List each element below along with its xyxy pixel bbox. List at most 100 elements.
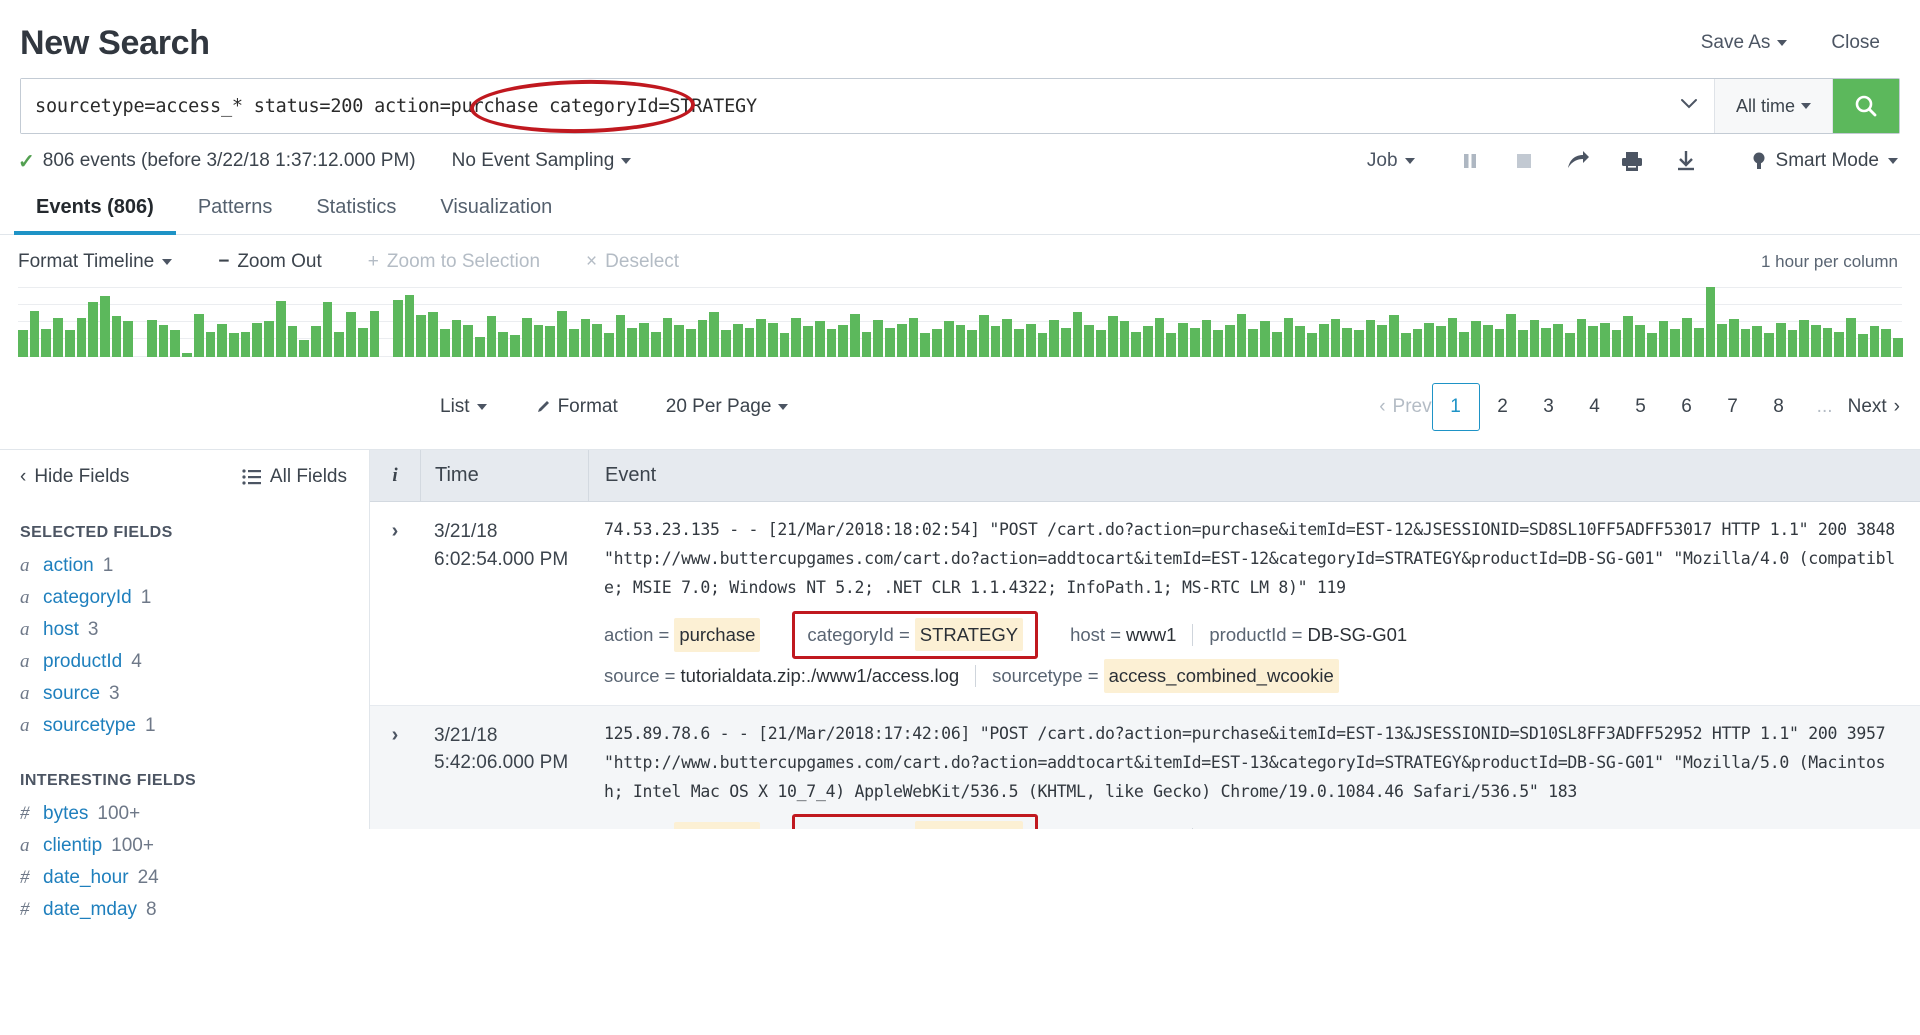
column-time[interactable]: Time	[420, 450, 588, 501]
tab-statistics[interactable]: Statistics	[294, 186, 418, 235]
timeline-bar[interactable]	[838, 325, 848, 357]
timeline-bar[interactable]	[1706, 287, 1716, 357]
event-timeline-chart[interactable]	[18, 287, 1902, 357]
timeline-bar[interactable]	[1694, 328, 1704, 357]
timeline-bar[interactable]	[733, 324, 743, 357]
timeline-bar[interactable]	[358, 328, 368, 357]
timeline-bar[interactable]	[616, 315, 626, 357]
timeline-bar[interactable]	[405, 295, 415, 357]
hide-fields-button[interactable]: ‹ Hide Fields	[20, 466, 129, 488]
timeline-bar[interactable]	[1190, 328, 1200, 357]
timeline-bar[interactable]	[663, 318, 673, 357]
timeline-bar[interactable]	[65, 330, 75, 357]
timeline-bar[interactable]	[627, 328, 637, 357]
timeline-bar[interactable]	[827, 329, 837, 357]
event-field-action[interactable]: action =purchase	[604, 822, 760, 829]
timeline-bar[interactable]	[88, 302, 98, 357]
timeline-bar[interactable]	[1811, 325, 1821, 357]
timeline-bar[interactable]	[1635, 325, 1645, 357]
timeline-bar[interactable]	[53, 318, 63, 357]
timeline-bar[interactable]	[1495, 329, 1505, 357]
selected-field-categoryId[interactable]: acategoryId1	[0, 582, 369, 614]
tab-visualization[interactable]: Visualization	[418, 186, 574, 235]
column-event[interactable]: Event	[588, 450, 1920, 501]
timeline-bar[interactable]	[557, 311, 567, 357]
search-input[interactable]: sourcetype=access_* status=200 action=pu…	[21, 79, 1715, 133]
view-mode-dropdown[interactable]: List	[440, 396, 487, 418]
timeline-bar[interactable]	[1612, 330, 1622, 357]
timeline-bar[interactable]	[1389, 315, 1399, 357]
timeline-bar[interactable]	[1553, 324, 1563, 357]
close-button[interactable]: Close	[1831, 32, 1880, 54]
event-field-source[interactable]: source =tutorialdata.zip:./www1/access.l…	[604, 661, 959, 691]
interesting-field-date_mday[interactable]: #date_mday8	[0, 894, 369, 926]
timeline-bar[interactable]	[41, 329, 51, 357]
pagination-page-8[interactable]: 8	[1756, 383, 1802, 431]
timeline-bar[interactable]	[452, 320, 462, 357]
timeline-bar[interactable]	[18, 330, 28, 357]
timeline-bar[interactable]	[217, 324, 227, 357]
timeline-bar[interactable]	[745, 328, 755, 357]
timeline-bar[interactable]	[1073, 312, 1083, 357]
timeline-bar[interactable]	[1682, 318, 1692, 357]
timeline-bar[interactable]	[463, 325, 473, 357]
timeline-bar[interactable]	[1471, 321, 1481, 357]
timeline-bar[interactable]	[323, 302, 333, 357]
event-field-action[interactable]: action =purchase	[604, 618, 760, 652]
per-page-dropdown[interactable]: 20 Per Page	[666, 396, 789, 418]
pagination-page-1[interactable]: 1	[1432, 383, 1480, 431]
timeline-bar[interactable]	[1858, 334, 1868, 357]
timeline-bar[interactable]	[581, 319, 591, 357]
stop-icon[interactable]	[1497, 151, 1551, 171]
timeline-bar[interactable]	[1459, 332, 1469, 357]
timeline-bar[interactable]	[1319, 324, 1329, 357]
timeline-bar[interactable]	[791, 318, 801, 357]
timeline-bar[interactable]	[1284, 318, 1294, 357]
timeline-bar[interactable]	[686, 329, 696, 357]
timeline-bar[interactable]	[1108, 316, 1118, 357]
timeline-bar[interactable]	[1717, 324, 1727, 357]
timeline-bar[interactable]	[393, 300, 403, 357]
event-field-categoryId[interactable]: categoryId =STRATEGY	[792, 814, 1038, 829]
timeline-bar[interactable]	[1436, 326, 1446, 357]
save-as-button[interactable]: Save As	[1701, 32, 1788, 54]
timeline-bar[interactable]	[1506, 314, 1516, 357]
timeline-bar[interactable]	[909, 318, 919, 357]
timeline-bar[interactable]	[944, 321, 954, 357]
timeline-bar[interactable]	[334, 332, 344, 357]
timeline-bar[interactable]	[510, 335, 520, 357]
timeline-bar[interactable]	[897, 324, 907, 357]
timeline-bar[interactable]	[30, 311, 40, 357]
selected-field-productId[interactable]: aproductId4	[0, 646, 369, 678]
timeline-bar[interactable]	[416, 315, 426, 357]
search-mode-dropdown[interactable]: Smart Mode	[1751, 150, 1898, 172]
timeline-bar[interactable]	[780, 333, 790, 357]
timeline-bar[interactable]	[276, 301, 286, 357]
timeline-bar[interactable]	[1342, 328, 1352, 357]
timeline-bar[interactable]	[346, 312, 356, 357]
event-field-productId[interactable]: productId =DB-SG-G01	[1209, 620, 1407, 650]
timeline-bar[interactable]	[1307, 333, 1317, 357]
timeline-bar[interactable]	[1413, 329, 1423, 357]
timeline-bar[interactable]	[534, 325, 544, 357]
timeline-bar[interactable]	[1120, 321, 1130, 357]
timeline-bar[interactable]	[229, 333, 239, 357]
timeline-bar[interactable]	[1354, 330, 1364, 357]
pagination-page-3[interactable]: 3	[1526, 383, 1572, 431]
tab-patterns[interactable]: Patterns	[176, 186, 294, 235]
timeline-bar[interactable]	[1237, 314, 1247, 357]
share-icon[interactable]	[1551, 150, 1605, 172]
chevron-down-icon[interactable]	[1680, 98, 1696, 114]
timeline-bar[interactable]	[241, 332, 251, 357]
timeline-bar[interactable]	[112, 316, 122, 357]
expand-row-button[interactable]: ›	[370, 502, 420, 705]
interesting-field-clientip[interactable]: aclientip100+	[0, 830, 369, 862]
time-range-picker[interactable]: All time	[1715, 79, 1833, 133]
timeline-bar[interactable]	[768, 323, 778, 357]
event-field-sourcetype[interactable]: sourcetype =access_combined_wcookie	[992, 659, 1339, 693]
format-timeline-dropdown[interactable]: Format Timeline	[18, 251, 172, 273]
timeline-bar[interactable]	[1776, 323, 1786, 357]
timeline-bar[interactable]	[1588, 326, 1598, 357]
timeline-bar[interactable]	[440, 329, 450, 357]
timeline-bar[interactable]	[674, 325, 684, 357]
